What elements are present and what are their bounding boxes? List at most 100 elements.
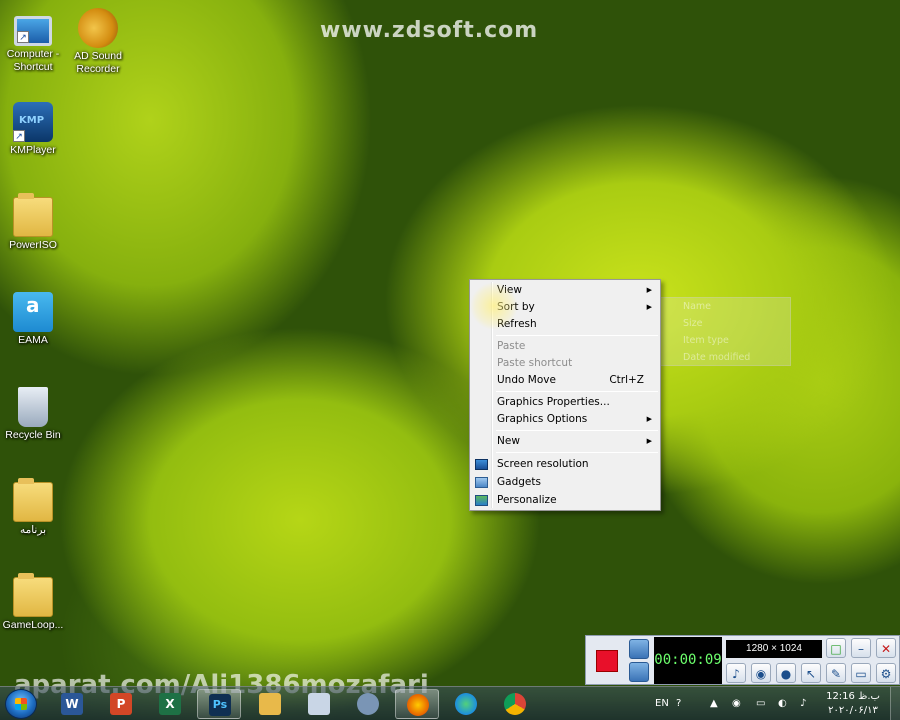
desktop-icon-label: KMPlayer xyxy=(10,144,56,156)
menu-item-label: Sort by xyxy=(497,301,535,313)
desktop-icon-eama[interactable]: EAMA xyxy=(0,292,66,347)
desktop-icon-gameloop[interactable]: GameLoop... xyxy=(0,573,66,632)
submenu-arrow-icon: ▶ xyxy=(646,286,652,294)
computer-icon: ↗ xyxy=(14,16,52,46)
webcam-icon[interactable]: ● xyxy=(776,663,796,683)
stop-recording-button[interactable] xyxy=(596,650,618,672)
gadgets-icon xyxy=(475,477,488,488)
submenu-arrow-icon: ▶ xyxy=(646,415,652,423)
system-clock[interactable]: 12:16 ب.ظ ۲۰۲۰/۰۶/۱۳ xyxy=(820,690,886,718)
show-hidden-icons-icon[interactable]: ▲ xyxy=(710,687,718,720)
file-explorer-icon xyxy=(259,693,281,715)
desktop-icon-barnameh[interactable]: برنامه xyxy=(0,478,66,537)
menu-separator xyxy=(496,430,658,431)
sort-date-modified-item[interactable]: Date modified xyxy=(683,349,750,366)
photoshop-icon: Ps xyxy=(209,694,231,716)
menu-separator xyxy=(496,335,658,336)
menu-item-label: Personalize xyxy=(497,494,557,506)
menu-item-gadgets[interactable]: Gadgets xyxy=(472,474,658,491)
minimize-icon[interactable]: – xyxy=(851,638,871,658)
show-desktop-button[interactable] xyxy=(890,687,900,720)
word-icon: W xyxy=(61,693,83,715)
close-icon[interactable]: ✕ xyxy=(876,638,896,658)
pause-button[interactable] xyxy=(629,662,649,682)
menu-separator xyxy=(496,452,658,453)
clock-date: ۲۰۲۰/۰۶/۱۳ xyxy=(828,705,878,716)
language-indicator[interactable]: EN xyxy=(655,687,669,720)
help-icon[interactable]: ? xyxy=(676,687,681,720)
menu-item-label: Paste xyxy=(497,340,526,352)
desktop-icon-recycle-bin[interactable]: Recycle Bin xyxy=(0,387,66,442)
taskbar-app-powerpoint[interactable]: P xyxy=(99,689,143,719)
volume-icon[interactable]: ♪ xyxy=(726,663,746,683)
menu-item-new[interactable]: New ▶ xyxy=(472,433,658,450)
region-select-icon[interactable]: □ xyxy=(826,638,846,658)
screen-recorder-toolbar: 00:00:09 1280 × 1024 □ – ✕ ♪ ◉ ● ↖ ✎ ▭ ⚙ xyxy=(585,635,900,685)
menu-item-sort-by[interactable]: Sort by ▶ xyxy=(472,299,658,316)
taskbar-app-file-explorer[interactable] xyxy=(248,689,292,719)
taskbar-app-chrome[interactable] xyxy=(493,689,537,719)
desktop-icon-poweriso[interactable]: PowerISO xyxy=(0,193,66,252)
folder-open-icon[interactable]: ▭ xyxy=(851,663,871,683)
recording-timer: 00:00:09 xyxy=(654,637,722,684)
shortcut-arrow-icon: ↗ xyxy=(17,31,29,43)
desktop-icon-label: برنامه xyxy=(19,524,47,536)
record-tray-icon[interactable]: ◉ xyxy=(732,687,741,720)
desktop-icon-ad-sound-recorder[interactable]: AD Sound Recorder xyxy=(65,8,131,76)
speaker-tray-icon[interactable]: ◐ xyxy=(778,687,787,720)
taskbar-app-tools[interactable] xyxy=(346,689,390,719)
taskbar-app-edge[interactable] xyxy=(444,689,488,719)
microphone-icon[interactable]: ◉ xyxy=(751,663,771,683)
kmplayer-icon: ↗ xyxy=(13,102,53,142)
settings-gear-icon[interactable]: ⚙ xyxy=(876,663,896,683)
desktop-icon-label: GameLoop... xyxy=(2,619,64,631)
taskbar-app-photoshop[interactable]: Ps xyxy=(197,689,241,719)
pen-icon[interactable]: ✎ xyxy=(826,663,846,683)
network-icon[interactable]: ▭ xyxy=(756,687,765,720)
submenu-arrow-icon: ▶ xyxy=(646,303,652,311)
sort-item-type-item[interactable]: Item type xyxy=(683,332,729,349)
menu-item-label: Undo Move xyxy=(497,374,556,386)
taskbar-app-excel[interactable]: X xyxy=(148,689,192,719)
menu-item-personalize[interactable]: Personalize xyxy=(472,492,658,509)
menu-item-label: View xyxy=(497,284,522,296)
menu-item-label: Graphics Options xyxy=(497,413,588,425)
menu-item-label: Refresh xyxy=(497,318,537,330)
menu-item-label: New xyxy=(497,435,520,447)
taskbar-app-firefox[interactable] xyxy=(395,689,439,719)
menu-item-graphics-options[interactable]: Graphics Options ▶ xyxy=(472,411,658,428)
personalize-icon xyxy=(475,495,488,506)
menu-item-undo-move[interactable]: Undo Move Ctrl+Z xyxy=(472,372,658,389)
menu-item-refresh[interactable]: Refresh xyxy=(472,316,658,333)
desktop-icon-label: PowerISO xyxy=(9,239,57,251)
volume-tray-icon[interactable]: ♪ xyxy=(800,687,806,720)
shortcut-arrow-icon: ↗ xyxy=(13,130,25,142)
taskbar-app-word[interactable]: W xyxy=(50,689,94,719)
sort-by-submenu: Name Size Item type Date modified xyxy=(660,297,791,366)
menu-item-graphics-properties[interactable]: Graphics Properties... xyxy=(472,394,658,411)
screen-resolution-icon xyxy=(475,459,488,470)
taskbar-app-calculator[interactable] xyxy=(297,689,341,719)
cursor-icon[interactable]: ↖ xyxy=(801,663,821,683)
speaker-icon xyxy=(78,8,118,48)
desktop-icon-kmplayer[interactable]: ↗ KMPlayer xyxy=(0,102,66,157)
menu-item-view[interactable]: View ▶ xyxy=(472,282,658,299)
camera-icon[interactable] xyxy=(629,639,649,659)
clock-time: 12:16 ب.ظ xyxy=(826,691,880,702)
recycle-bin-icon xyxy=(18,387,48,427)
firefox-icon xyxy=(407,694,429,716)
calculator-icon xyxy=(308,693,330,715)
desktop-icon-computer[interactable]: ↗ Computer - Shortcut xyxy=(0,12,66,74)
sort-name-item[interactable]: Name xyxy=(683,298,711,315)
desktop-icon-label: EAMA xyxy=(18,334,48,346)
menu-item-label: Gadgets xyxy=(497,476,541,488)
menu-item-screen-resolution[interactable]: Screen resolution xyxy=(472,456,658,473)
folder-icon xyxy=(13,193,53,237)
menu-item-label: Graphics Properties... xyxy=(497,396,610,408)
start-button[interactable] xyxy=(5,689,37,719)
taskbar: W P X Ps EN ? ▲ ◉ ▭ ◐ ♪ 12:16 ب.ظ ۲۰۲۰/۰… xyxy=(0,686,900,720)
desktop-context-menu: View ▶ Sort by ▶ Refresh Paste Paste sho… xyxy=(469,279,661,511)
sort-size-item[interactable]: Size xyxy=(683,315,703,332)
desktop-icon-label: AD Sound Recorder xyxy=(74,50,122,75)
excel-icon: X xyxy=(159,693,181,715)
